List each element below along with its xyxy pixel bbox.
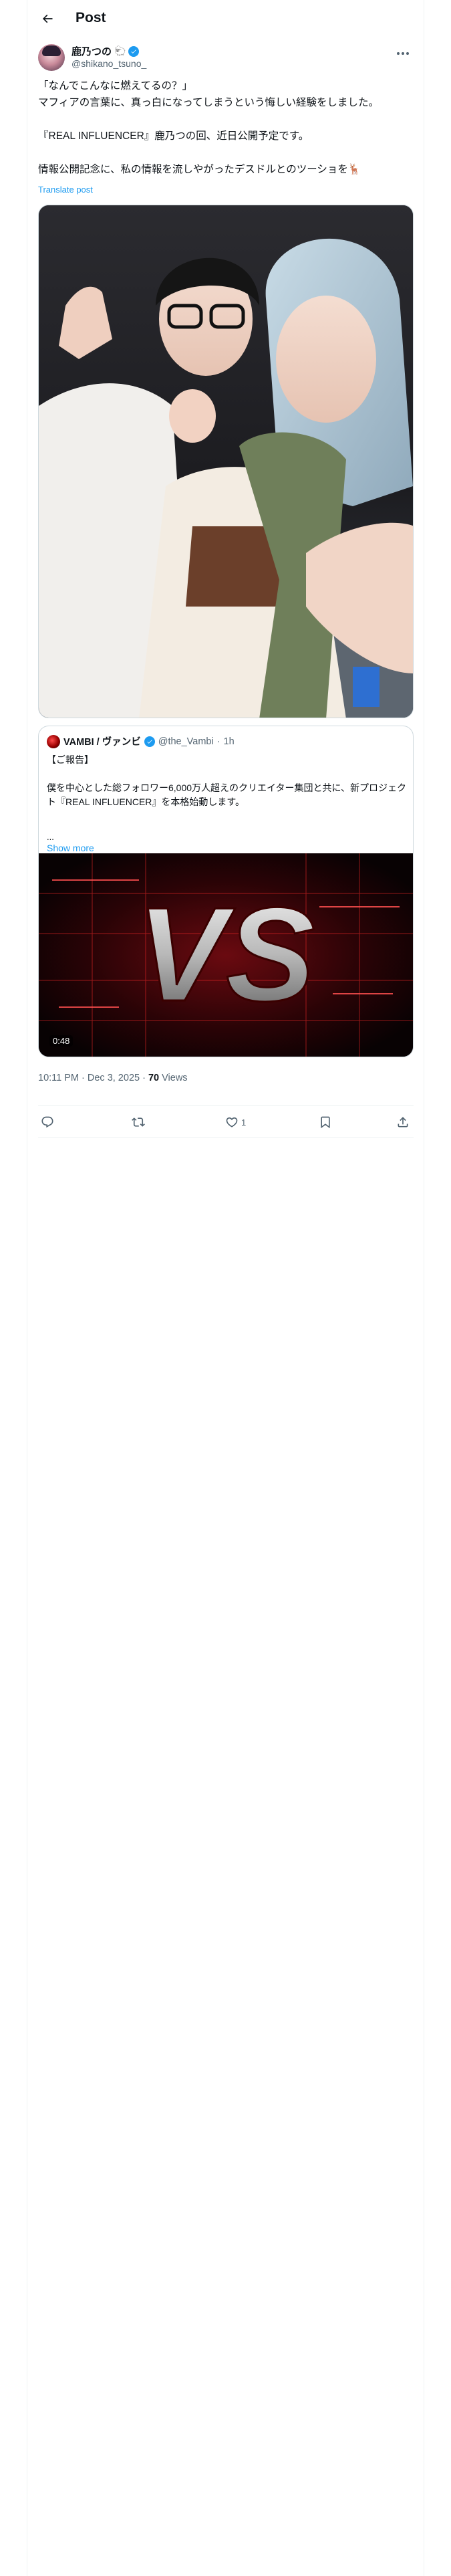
back-button[interactable]: [37, 8, 58, 29]
views-label: Views: [159, 1073, 188, 1083]
author-emoji: 🐑: [114, 45, 126, 56]
post-line: 情報公開記念に、私の情報を流しやがったデスドルとのツーショを🦌: [38, 164, 361, 175]
quote-author-handle: @the_Vambi: [158, 736, 214, 747]
post-line: マフィアの言葉に、真っ白になってしまうという悔しい経験をしました。: [38, 97, 379, 108]
quote-line: 【ご報告】: [47, 754, 94, 765]
like-icon: [226, 1117, 238, 1128]
quoted-post[interactable]: VAMBI / ヴァンビ @the_Vambi · 1h 【ご報告】 僕を中心と…: [38, 726, 414, 1057]
author-handle[interactable]: @shikano_tsuno_: [71, 58, 146, 69]
repost-icon: [132, 1117, 145, 1127]
quote-header: VAMBI / ヴァンビ @the_Vambi · 1h: [47, 734, 235, 748]
post-line: 「なんでこんなに燃えてるの？」: [38, 80, 192, 92]
post-column: Post 鹿乃つの 🐑 @shikano_tsuno_ 「なんでこんなに燃えてる…: [27, 0, 424, 2576]
bookmark-icon: [321, 1116, 330, 1129]
actions-bar: 1: [38, 1105, 414, 1138]
page-title: Post: [76, 10, 106, 25]
quote-author-avatar: [47, 734, 60, 748]
author-display-name[interactable]: 鹿乃つの: [71, 44, 112, 58]
author-avatar[interactable]: [38, 44, 65, 71]
quote-video[interactable]: VS 0:48: [39, 853, 413, 1057]
share-icon: [398, 1117, 408, 1128]
like-button[interactable]: 1: [225, 1114, 246, 1130]
video-duration: 0:48: [49, 1035, 73, 1047]
reply-icon: [41, 1116, 53, 1128]
like-count: 1: [241, 1117, 247, 1128]
verified-badge-icon: [128, 45, 140, 57]
post-timestamp[interactable]: 10:11 PM · Dec 3, 2025 · 70 Views: [38, 1073, 188, 1083]
author-row: 鹿乃つの 🐑 @shikano_tsuno_: [38, 43, 414, 72]
author-name-line[interactable]: 鹿乃つの 🐑: [71, 44, 140, 58]
quote-line-break: [47, 767, 408, 781]
more-horizontal-icon: [397, 52, 409, 55]
post-line-break: [38, 111, 412, 128]
reply-button[interactable]: [41, 1114, 57, 1130]
bookmark-button[interactable]: [319, 1114, 335, 1130]
post-text: 「なんでこんなに燃えてるの？」 マフィアの言葉に、真っ白になってしまうという悔し…: [38, 78, 412, 178]
translate-post-link[interactable]: Translate post: [38, 185, 93, 195]
quote-time: 1h: [223, 736, 235, 747]
post-photo[interactable]: [38, 205, 414, 718]
top-bar: Post: [27, 0, 424, 37]
verified-badge-icon: [144, 736, 155, 747]
quote-author-name: VAMBI / ヴァンビ: [63, 737, 141, 748]
quote-line: 僕を中心とした総フォロワー6,000万人超えのクリエイター集団と共に、新プロジェ…: [47, 782, 407, 807]
video-title: VS: [137, 880, 315, 1029]
quote-separator: ·: [216, 736, 220, 747]
more-options-button[interactable]: [392, 45, 414, 62]
video-thumbnail: VS: [39, 853, 413, 1057]
post-line-break: [38, 144, 412, 161]
arrow-left-icon: [42, 14, 53, 23]
show-more-link[interactable]: Show more: [47, 843, 94, 853]
repost-button[interactable]: [132, 1114, 148, 1130]
post-line: 『REAL INFLUENCER』鹿乃つの回、近日公開予定です。: [38, 130, 309, 142]
quote-ellipsis: ...: [47, 832, 54, 842]
share-button[interactable]: [396, 1114, 410, 1130]
views-count: 70: [148, 1073, 160, 1083]
timestamp-text[interactable]: 10:11 PM · Dec 3, 2025 ·: [38, 1073, 148, 1083]
photo-image: [39, 205, 413, 718]
quote-text: 【ご報告】 僕を中心とした総フォロワー6,000万人超えのクリエイター集団と共に…: [47, 753, 408, 809]
